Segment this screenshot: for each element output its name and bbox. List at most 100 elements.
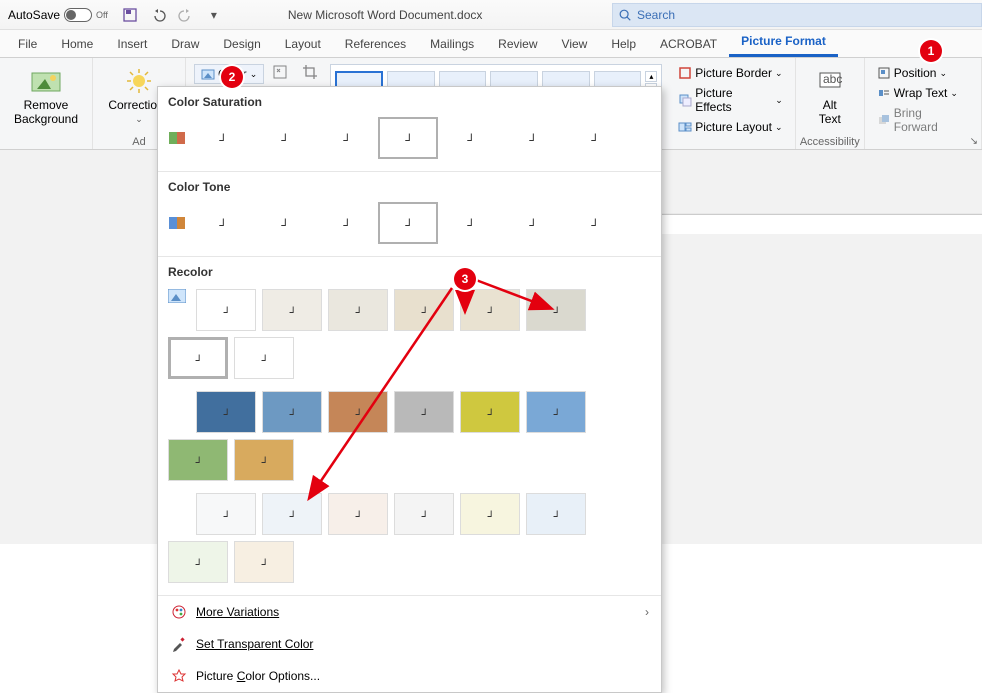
- tab-references[interactable]: References: [333, 33, 418, 57]
- color-icon: [201, 67, 215, 81]
- recolor-option[interactable]: ⅃: [262, 391, 322, 433]
- save-icon[interactable]: [121, 6, 139, 24]
- recolor-option[interactable]: ⅃: [526, 493, 586, 535]
- qat-dropdown-icon[interactable]: ▾: [205, 6, 223, 24]
- tone-option[interactable]: ⅃: [502, 202, 562, 244]
- recolor-option[interactable]: ⅃: [196, 493, 256, 535]
- recolor-option[interactable]: ⅃: [234, 541, 294, 583]
- eyedropper-icon: [170, 635, 188, 653]
- remove-background-icon: [31, 66, 61, 96]
- redo-icon[interactable]: [177, 6, 195, 24]
- group-background: Remove Background: [0, 58, 93, 149]
- recolor-option[interactable]: ⅃: [328, 391, 388, 433]
- recolor-option[interactable]: ⅃: [394, 289, 454, 331]
- tab-picture-format[interactable]: Picture Format: [729, 30, 838, 57]
- saturation-header: Color Saturation: [158, 87, 661, 115]
- bring-forward-icon: [877, 113, 891, 127]
- saturation-option[interactable]: ⅃: [378, 117, 438, 159]
- picture-border-button[interactable]: Picture Border⌄: [672, 64, 789, 82]
- recolor-option[interactable]: ⅃: [460, 391, 520, 433]
- group-arrange: Position⌄ Wrap Text⌄ Bring Forward: [865, 58, 982, 149]
- saturation-option[interactable]: ⅃: [316, 117, 376, 159]
- wrap-text-button[interactable]: Wrap Text⌄: [871, 84, 975, 102]
- tab-acrobat[interactable]: ACROBAT: [648, 33, 729, 57]
- set-transparent-label: Set Transparent Color: [196, 637, 313, 651]
- search-box[interactable]: Search: [612, 3, 982, 27]
- recolor-option[interactable]: ⅃: [526, 289, 586, 331]
- tone-option[interactable]: ⅃: [192, 202, 252, 244]
- tab-draw[interactable]: Draw: [159, 33, 211, 57]
- svg-text:abc: abc: [823, 72, 842, 86]
- recolor-option[interactable]: ⅃: [234, 337, 294, 379]
- picture-layout-button[interactable]: Picture Layout⌄: [672, 118, 789, 136]
- saturation-section: Color Saturation ⅃ ⅃ ⅃ ⅃ ⅃ ⅃ ⅃: [158, 87, 661, 172]
- tab-home[interactable]: Home: [49, 33, 105, 57]
- recolor-option[interactable]: ⅃: [168, 439, 228, 481]
- color-options-icon: [170, 667, 188, 685]
- saturation-option[interactable]: ⅃: [192, 117, 252, 159]
- tone-option[interactable]: ⅃: [564, 202, 624, 244]
- page-edge: [662, 214, 982, 234]
- undo-icon[interactable]: [149, 6, 167, 24]
- dialog-launcher-icon[interactable]: ↘: [970, 136, 978, 147]
- alt-text-button[interactable]: abc Alt Text: [806, 62, 854, 126]
- recolor-option[interactable]: ⅃: [168, 337, 228, 379]
- tone-header: Color Tone: [158, 172, 661, 200]
- picture-layout-label: Picture Layout: [695, 120, 772, 134]
- saturation-option[interactable]: ⅃: [440, 117, 500, 159]
- title-bar: AutoSave Off ▾ New Microsoft Word Docume…: [0, 0, 982, 30]
- recolor-option[interactable]: ⅃: [262, 493, 322, 535]
- saturation-option[interactable]: ⅃: [254, 117, 314, 159]
- tab-mailings[interactable]: Mailings: [418, 33, 486, 57]
- saturation-lead-icon: [168, 129, 186, 147]
- tone-row: ⅃ ⅃ ⅃ ⅃ ⅃ ⅃ ⅃: [158, 200, 661, 246]
- recolor-option[interactable]: ⅃: [394, 493, 454, 535]
- recolor-option[interactable]: ⅃: [168, 541, 228, 583]
- tone-option[interactable]: ⅃: [316, 202, 376, 244]
- recolor-option[interactable]: ⅃: [196, 289, 256, 331]
- position-label: Position: [894, 66, 937, 80]
- picture-color-options-label: Picture Color Options...: [196, 669, 320, 683]
- tab-file[interactable]: File: [6, 33, 49, 57]
- tone-option[interactable]: ⅃: [378, 202, 438, 244]
- compress-icon[interactable]: [272, 64, 288, 84]
- effects-icon: [678, 93, 692, 107]
- layout-icon: [678, 120, 692, 134]
- recolor-option[interactable]: ⅃: [262, 289, 322, 331]
- picture-color-options-item[interactable]: Picture Color Options...: [158, 660, 661, 692]
- saturation-option[interactable]: ⅃: [564, 117, 624, 159]
- recolor-option[interactable]: ⅃: [196, 391, 256, 433]
- corrections-icon: [124, 66, 154, 96]
- tab-view[interactable]: View: [550, 33, 600, 57]
- recolor-option[interactable]: ⅃: [328, 493, 388, 535]
- tone-option[interactable]: ⅃: [440, 202, 500, 244]
- picture-effects-button[interactable]: Picture Effects⌄: [672, 84, 789, 116]
- recolor-option[interactable]: ⅃: [234, 439, 294, 481]
- alt-text-icon: abc: [815, 66, 845, 96]
- tab-design[interactable]: Design: [211, 33, 272, 57]
- recolor-option[interactable]: ⅃: [328, 289, 388, 331]
- tab-help[interactable]: Help: [599, 33, 648, 57]
- toggle-off-icon[interactable]: [64, 8, 92, 22]
- position-icon: [877, 66, 891, 80]
- tab-review[interactable]: Review: [486, 33, 549, 57]
- autosave-toggle[interactable]: AutoSave Off: [0, 8, 116, 22]
- recolor-option[interactable]: ⅃: [394, 391, 454, 433]
- saturation-option[interactable]: ⅃: [502, 117, 562, 159]
- gallery-up-icon[interactable]: ▴: [645, 71, 657, 82]
- remove-background-button[interactable]: Remove Background: [10, 62, 82, 126]
- tab-layout[interactable]: Layout: [273, 33, 333, 57]
- tab-insert[interactable]: Insert: [105, 33, 159, 57]
- set-transparent-item[interactable]: Set Transparent Color: [158, 628, 661, 660]
- search-placeholder: Search: [637, 8, 675, 22]
- wrap-text-label: Wrap Text: [894, 86, 948, 100]
- recolor-option[interactable]: ⅃: [460, 493, 520, 535]
- recolor-option[interactable]: ⅃: [526, 391, 586, 433]
- crop-icon[interactable]: [302, 64, 318, 84]
- position-button[interactable]: Position⌄: [871, 64, 975, 82]
- more-variations-item[interactable]: More Variations ›: [158, 596, 661, 628]
- tone-option[interactable]: ⅃: [254, 202, 314, 244]
- palette-icon: [170, 603, 188, 621]
- recolor-option[interactable]: ⅃: [460, 289, 520, 331]
- bring-forward-button[interactable]: Bring Forward: [871, 104, 975, 136]
